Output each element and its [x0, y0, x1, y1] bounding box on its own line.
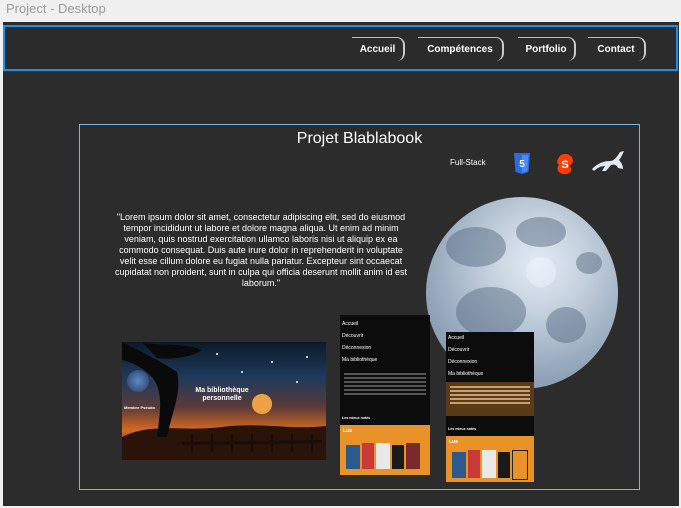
mobile-tab-lus: Lus — [449, 439, 458, 445]
book-cover — [362, 443, 374, 469]
mobile-tab-lus: Lus — [343, 428, 352, 434]
book-cover — [392, 445, 404, 469]
mobile-preview-2[interactable]: Accueil Découvrir Déconnexion Ma bibliot… — [446, 332, 534, 482]
project-card: Projet Blablabook Full-Stack 5 S "Lorem … — [79, 124, 640, 490]
book-cover — [468, 450, 480, 478]
mobile-menu-decouvrir: Découvrir — [448, 347, 470, 353]
svelte-icon: S — [557, 154, 573, 175]
mobile-menu-deconnexion: Déconnexion — [342, 345, 372, 351]
project-title: Projet Blablabook — [296, 130, 423, 147]
mobile-intro-block — [446, 382, 534, 416]
mobile-section-label: Les mieux notés — [448, 427, 477, 431]
svg-text:S: S — [561, 159, 568, 171]
frame-title: Project - Desktop — [6, 1, 106, 16]
site-header: Accueil Compétences Portfolio Contact — [3, 25, 678, 71]
mobile-books-band: Lus — [340, 425, 430, 475]
nav-accueil[interactable]: Accueil — [352, 37, 405, 61]
mobile-menu-accueil: Accueil — [448, 335, 465, 341]
mobile-menu-decouvrir: Découvrir — [342, 333, 364, 339]
book-cover — [498, 452, 510, 478]
mobile-menu-deconnexion: Déconnexion — [448, 359, 478, 365]
avatar — [127, 370, 149, 392]
book-cover — [482, 450, 496, 478]
preview-headline: Ma bibliothèque personnelle — [195, 387, 249, 402]
nav-contact[interactable]: Contact — [588, 37, 646, 61]
nav-competences[interactable]: Compétences — [418, 37, 504, 61]
mobile-menu-bibliotheque: Ma bibliothèque — [342, 357, 378, 363]
member-label: Membre Pseudo — [124, 405, 155, 410]
mobile-menu-accueil: Accueil — [342, 321, 359, 327]
mobile-section-label: Les mieux notés — [342, 416, 371, 420]
express-icon — [592, 151, 624, 171]
mobile-books-band: Lus — [446, 436, 534, 482]
mobile-preview-1[interactable]: Accueil Découvrir Déconnexion Ma bibliot… — [340, 315, 430, 475]
mobile-menu-bibliotheque: Ma bibliothèque — [448, 371, 484, 377]
book-cover — [406, 443, 420, 469]
project-description: "Lorem ipsum dolor sit amet, consectetur… — [114, 212, 407, 288]
nav-portfolio[interactable]: Portfolio — [518, 37, 576, 61]
mobile-intro-text — [344, 371, 426, 399]
svg-text:5: 5 — [519, 159, 525, 170]
html5-icon: 5 — [514, 153, 530, 174]
book-cover — [452, 452, 466, 478]
book-cover — [346, 445, 360, 469]
book-cover — [376, 443, 390, 469]
book-cover — [512, 450, 528, 480]
desktop-preview[interactable]: Membre Pseudo Ma bibliothèque personnell… — [122, 342, 326, 460]
stack-label: Full-Stack — [450, 158, 486, 167]
